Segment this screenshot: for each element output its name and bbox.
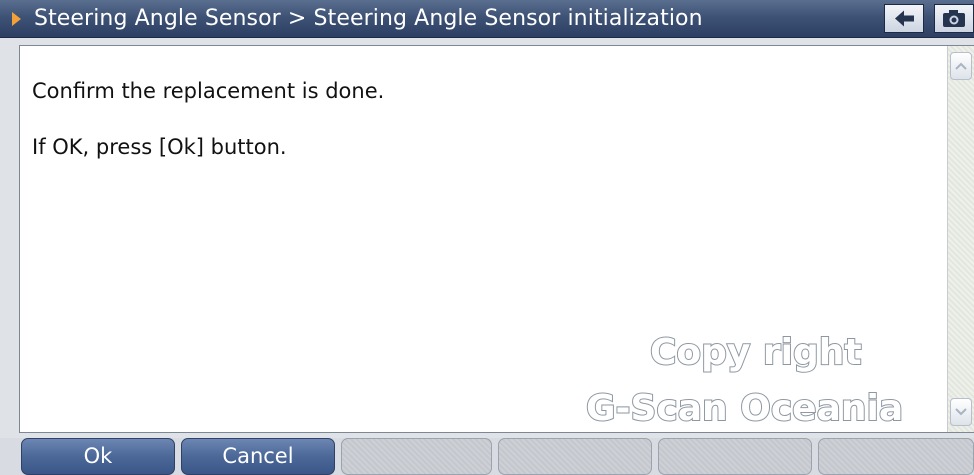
cancel-button[interactable]: Cancel xyxy=(181,438,335,475)
ok-button[interactable]: Ok xyxy=(21,438,175,475)
function-button-4 xyxy=(498,438,652,475)
title-arrow-icon xyxy=(12,12,21,26)
function-button-5 xyxy=(658,438,812,475)
vertical-scrollbar[interactable] xyxy=(947,46,974,432)
chevron-down-icon xyxy=(955,408,967,416)
back-button[interactable] xyxy=(884,4,924,33)
message-line: Confirm the replacement is done. xyxy=(32,79,385,103)
function-button-6 xyxy=(818,438,974,475)
title-bar: Steering Angle Sensor > Steering Angle S… xyxy=(0,0,974,38)
watermark-line: G-Scan Oceania xyxy=(585,387,904,430)
chevron-up-icon xyxy=(955,62,967,70)
function-button-bar: Ok Cancel xyxy=(0,438,974,475)
screenshot-button[interactable] xyxy=(934,4,974,33)
message-line: If OK, press [Ok] button. xyxy=(32,135,287,159)
scroll-down-button[interactable] xyxy=(950,398,972,426)
message-panel: Confirm the replacement is done. If OK, … xyxy=(19,45,974,433)
page-title: Steering Angle Sensor > Steering Angle S… xyxy=(34,6,703,31)
function-button-3 xyxy=(341,438,492,475)
camera-icon xyxy=(943,10,965,27)
watermark-line: Copy right xyxy=(649,331,863,374)
back-arrow-icon xyxy=(895,10,914,27)
scroll-up-button[interactable] xyxy=(950,52,972,80)
